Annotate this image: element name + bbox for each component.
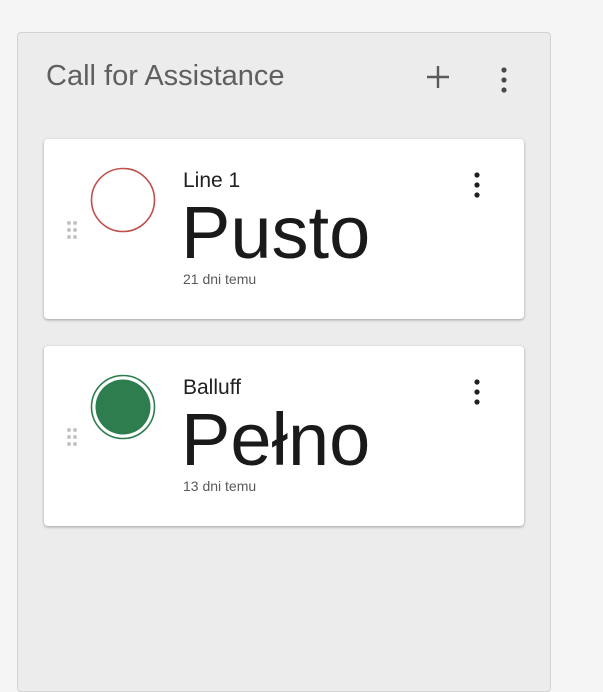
card-timestamp: 13 dni temu [183,478,257,494]
filled-circle-icon [90,374,156,440]
card-label: Balluff [183,376,241,399]
card-more-button[interactable] [468,377,486,407]
drag-handle-icon[interactable] [65,219,83,249]
more-vertical-icon [501,67,507,93]
card-status-value: Pusto [181,191,371,274]
status-card[interactable]: Line 1 Pusto 21 dni temu [44,139,524,319]
card-status-value: Pełno [181,398,371,481]
panel-more-button[interactable] [494,65,514,95]
add-button[interactable] [424,63,452,91]
more-vertical-icon [474,379,480,405]
panel-title: Call for Assistance [46,60,285,92]
card-label: Line 1 [183,169,241,192]
more-vertical-icon [474,172,480,198]
status-card[interactable]: Balluff Pełno 13 dni temu [44,346,524,526]
card-timestamp: 21 dni temu [183,271,257,287]
card-more-button[interactable] [468,170,486,200]
empty-circle-icon [90,167,156,233]
plus-icon [427,66,449,88]
drag-handle-icon[interactable] [65,426,83,456]
call-for-assistance-panel: Call for Assistance Line 1 Pusto 21 dni … [17,32,551,692]
